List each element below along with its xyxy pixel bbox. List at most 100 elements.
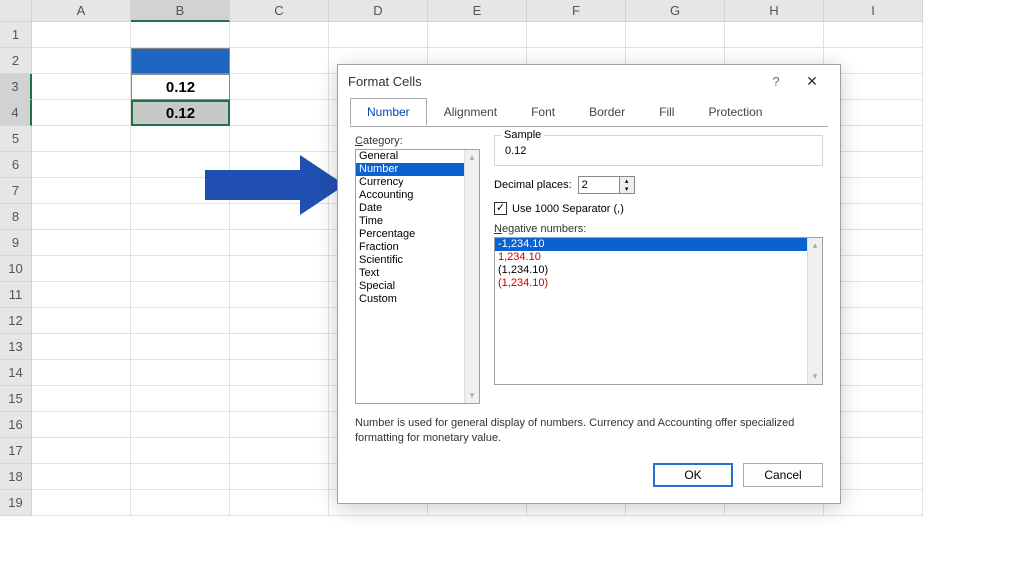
col-header[interactable]: G	[626, 0, 725, 22]
row-header[interactable]: 9	[0, 230, 32, 256]
cell[interactable]	[230, 282, 329, 308]
scroll-up-icon[interactable]: ▴	[465, 150, 479, 165]
cell[interactable]	[824, 22, 923, 48]
col-header[interactable]: A	[32, 0, 131, 22]
ok-button[interactable]: OK	[653, 463, 733, 487]
close-icon[interactable]: ✕	[794, 73, 830, 90]
cell[interactable]	[230, 74, 329, 100]
cell[interactable]	[32, 256, 131, 282]
cell[interactable]	[32, 48, 131, 74]
cell[interactable]	[32, 490, 131, 516]
cell[interactable]	[32, 74, 131, 100]
cell[interactable]	[725, 22, 824, 48]
row-header[interactable]: 11	[0, 282, 32, 308]
row-header[interactable]: 4	[0, 100, 32, 126]
cell[interactable]	[32, 126, 131, 152]
tab-alignment[interactable]: Alignment	[427, 98, 514, 126]
cell[interactable]	[32, 334, 131, 360]
row-header[interactable]: 1	[0, 22, 32, 48]
cell-b2[interactable]	[131, 48, 230, 74]
decimal-places-input[interactable]	[578, 176, 620, 194]
spin-down-icon[interactable]: ▾	[620, 185, 634, 193]
cell[interactable]	[32, 412, 131, 438]
row-header[interactable]: 16	[0, 412, 32, 438]
tab-protection[interactable]: Protection	[691, 98, 779, 126]
cell[interactable]	[32, 178, 131, 204]
cell[interactable]	[230, 308, 329, 334]
cell[interactable]	[131, 412, 230, 438]
tab-font[interactable]: Font	[514, 98, 572, 126]
row-header[interactable]: 13	[0, 334, 32, 360]
col-header[interactable]: F	[527, 0, 626, 22]
col-header[interactable]: B	[131, 0, 230, 22]
tab-number[interactable]: Number	[350, 98, 427, 126]
category-item[interactable]: Percentage	[356, 228, 479, 241]
negative-item[interactable]: (1,234.10)	[495, 277, 822, 290]
negative-item[interactable]: 1,234.10	[495, 251, 822, 264]
tab-border[interactable]: Border	[572, 98, 642, 126]
cell[interactable]	[131, 386, 230, 412]
cell[interactable]	[230, 464, 329, 490]
cell[interactable]	[131, 230, 230, 256]
cell[interactable]	[230, 100, 329, 126]
row-header[interactable]: 14	[0, 360, 32, 386]
cell[interactable]	[32, 464, 131, 490]
scroll-down-icon[interactable]: ▾	[465, 388, 479, 403]
cell[interactable]	[230, 334, 329, 360]
cell[interactable]	[32, 438, 131, 464]
cell[interactable]	[131, 308, 230, 334]
category-listbox[interactable]: General Number Currency Accounting Date …	[355, 149, 480, 404]
col-header[interactable]: E	[428, 0, 527, 22]
col-header[interactable]: H	[725, 0, 824, 22]
row-header[interactable]: 15	[0, 386, 32, 412]
dialog-titlebar[interactable]: Format Cells ? ✕	[338, 65, 840, 98]
row-header[interactable]: 10	[0, 256, 32, 282]
row-header[interactable]: 8	[0, 204, 32, 230]
negative-item[interactable]: -1,234.10	[495, 238, 822, 251]
cell[interactable]	[626, 22, 725, 48]
row-header[interactable]: 3	[0, 74, 32, 100]
cell[interactable]	[131, 22, 230, 48]
cell[interactable]	[131, 438, 230, 464]
row-header[interactable]: 5	[0, 126, 32, 152]
col-header[interactable]: I	[824, 0, 923, 22]
row-header[interactable]: 17	[0, 438, 32, 464]
cell[interactable]	[32, 152, 131, 178]
cell[interactable]	[230, 22, 329, 48]
cell[interactable]	[131, 360, 230, 386]
negative-item[interactable]: (1,234.10)	[495, 264, 822, 277]
negative-numbers-listbox[interactable]: -1,234.10 1,234.10 (1,234.10) (1,234.10)…	[494, 237, 823, 385]
cell[interactable]	[230, 126, 329, 152]
cell[interactable]	[32, 22, 131, 48]
cell[interactable]	[131, 282, 230, 308]
row-header[interactable]: 12	[0, 308, 32, 334]
cell[interactable]	[131, 490, 230, 516]
help-button[interactable]: ?	[758, 74, 794, 89]
cell[interactable]	[230, 412, 329, 438]
category-item[interactable]: Fraction	[356, 241, 479, 254]
category-item[interactable]: Special	[356, 280, 479, 293]
row-header[interactable]: 18	[0, 464, 32, 490]
cell-b3[interactable]: 0.12	[131, 74, 230, 100]
tab-fill[interactable]: Fill	[642, 98, 691, 126]
category-item[interactable]: General	[356, 150, 479, 163]
thousands-separator-checkbox[interactable]: ✓	[494, 202, 507, 215]
scrollbar[interactable]: ▴▾	[807, 238, 822, 384]
cell[interactable]	[230, 360, 329, 386]
cell[interactable]	[32, 230, 131, 256]
col-header[interactable]: C	[230, 0, 329, 22]
category-item[interactable]: Text	[356, 267, 479, 280]
cell[interactable]	[230, 438, 329, 464]
cell[interactable]	[32, 282, 131, 308]
cell[interactable]	[131, 256, 230, 282]
cell[interactable]	[230, 256, 329, 282]
cell[interactable]	[131, 334, 230, 360]
cell[interactable]	[230, 48, 329, 74]
scroll-down-icon[interactable]: ▾	[808, 369, 822, 384]
select-all-corner[interactable]	[0, 0, 32, 22]
cell[interactable]	[32, 386, 131, 412]
cell[interactable]	[230, 230, 329, 256]
category-item[interactable]: Date	[356, 202, 479, 215]
cancel-button[interactable]: Cancel	[743, 463, 823, 487]
cell[interactable]	[230, 386, 329, 412]
